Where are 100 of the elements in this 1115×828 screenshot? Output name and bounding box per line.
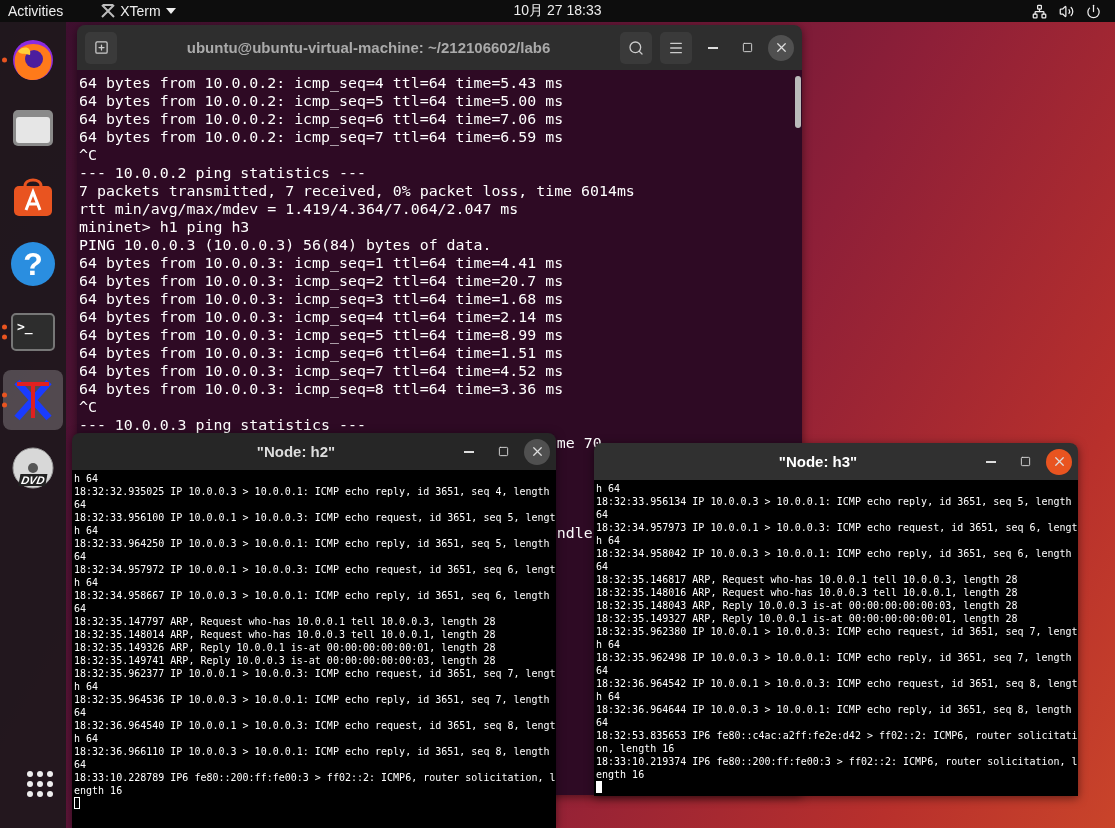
maximize-icon bbox=[741, 42, 753, 53]
terminal-line: h 64 bbox=[596, 690, 622, 703]
terminal-line: 18:32:33.964250 IP 10.0.0.3 > 10.0.0.1: ICMP echo reply, id 3651, seq 5, length bbox=[74, 537, 551, 550]
terminal-line: 7 packets transmitted, 7 received, 0% packet loss, time 6014ms bbox=[79, 182, 636, 200]
terminal-line: h 64 bbox=[74, 680, 100, 693]
terminal-line: 18:32:35.148043 ARP, Reply 10.0.0.3 is-at 00:00:00:00:00:03, length 28 bbox=[596, 599, 1019, 612]
terminal-line: 64 bbox=[596, 508, 610, 521]
terminal-line: ength 16 bbox=[596, 768, 646, 781]
terminal-line: h 64 bbox=[74, 732, 100, 745]
apps-grid-icon bbox=[26, 770, 54, 798]
terminal-line: h 64 bbox=[596, 638, 622, 651]
terminal-line: h 64 bbox=[596, 534, 622, 547]
terminal-line: ength 16 bbox=[74, 784, 124, 797]
network-icon[interactable] bbox=[1032, 3, 1047, 19]
terminal-line: ^C bbox=[79, 146, 98, 164]
terminal-line: 18:32:36.966110 IP 10.0.0.3 > 10.0.0.1: ICMP echo reply, id 3651, seq 8, length bbox=[74, 745, 551, 758]
dock-item[interactable]: DVD bbox=[9, 444, 57, 492]
terminal-line: 18:32:35.149327 ARP, Reply 10.0.0.1 is-at 00:00:00:00:00:01, length 28 bbox=[596, 612, 1019, 625]
terminal-line: 64 bbox=[74, 706, 88, 719]
terminal-line: 18:33:10.219374 IP6 fe80::200:ff:fe00:3 > ff02::2: ICMP6, router solicitation, l bbox=[596, 755, 1076, 768]
new-tab-button[interactable] bbox=[85, 31, 117, 64]
window-title: ubuntu@ubuntu-virtual-machine: ~/212106602/lab6 bbox=[185, 39, 552, 56]
terminal-line: 18:32:35.962380 IP 10.0.0.1 > 10.0.0.3: ICMP echo request, id 3651, seq 7, lengt bbox=[596, 625, 1076, 638]
terminal-line: ^C bbox=[79, 398, 98, 416]
terminal-line: 18:32:36.964644 IP 10.0.0.3 > 10.0.0.1: ICMP echo reply, id 3651, seq 8, length bbox=[596, 703, 1073, 716]
terminal-line: 64 bytes from 10.0.0.3: icmp_seq=1 ttl=64 time=4.41 ms bbox=[79, 254, 565, 272]
terminal-line: 64 bytes from 10.0.0.3: icmp_seq=2 ttl=64 time=20.7 ms bbox=[79, 272, 565, 290]
x-letter-icon bbox=[101, 4, 116, 18]
terminal-line: 18:32:35.146817 ARP, Request who-has 10.0.0.1 tell 10.0.0.3, length 28 bbox=[596, 573, 1019, 586]
terminal-line: on, length 16 bbox=[596, 742, 676, 755]
firefox-icon bbox=[10, 37, 56, 83]
window-title: "Node: h2" bbox=[255, 443, 337, 460]
terminal-line: 64 bbox=[74, 758, 88, 771]
terminal-line: 18:32:35.962377 IP 10.0.0.1 > 10.0.0.3: ICMP echo request, id 3651, seq 7, lengt bbox=[74, 667, 554, 680]
window-title: "Node: h3" bbox=[777, 453, 859, 470]
search-icon bbox=[628, 39, 644, 56]
terminal-line: 64 bbox=[596, 664, 610, 677]
terminal-line: 64 bytes from 10.0.0.2: icmp_seq=4 ttl=64 time=5.43 ms bbox=[79, 74, 565, 92]
close-button[interactable] bbox=[524, 438, 550, 465]
terminal-line: PING 10.0.0.3 (10.0.0.3) 56(84) bytes of data. bbox=[79, 236, 493, 254]
plus-icon bbox=[93, 40, 109, 55]
dvd-label: DVD bbox=[18, 474, 48, 486]
terminal-line: 18:32:35.962498 IP 10.0.0.3 > 10.0.0.1: ICMP echo reply, id 3651, seq 7, length bbox=[596, 651, 1073, 664]
minimize-icon bbox=[464, 450, 474, 453]
minimize-icon bbox=[986, 460, 996, 463]
terminal-line: 18:32:35.964536 IP 10.0.0.3 > 10.0.0.1: ICMP echo reply, id 3651, seq 7, length bbox=[74, 693, 551, 706]
terminal-line: 64 bytes from 10.0.0.3: icmp_seq=5 ttl=64 time=8.99 ms bbox=[79, 326, 565, 344]
activities-button[interactable]: Activities bbox=[0, 3, 72, 19]
terminal-line: 18:32:35.149741 ARP, Reply 10.0.0.3 is-at 00:00:00:00:00:03, length 28 bbox=[74, 654, 497, 667]
app-menu[interactable]: XTerm bbox=[101, 3, 176, 19]
close-button[interactable] bbox=[768, 34, 794, 61]
terminal-line: 18:33:10.228789 IP6 fe80::200:ff:fe00:3 > ff02::2: ICMP6, router solicitation, l bbox=[74, 771, 554, 784]
terminal-line: 18:32:34.957972 IP 10.0.0.1 > 10.0.0.3: ICMP echo request, id 3651, seq 6, lengt bbox=[74, 563, 554, 576]
terminal-line: 18:32:34.958042 IP 10.0.0.3 > 10.0.0.1: ICMP echo reply, id 3651, seq 6, length bbox=[596, 547, 1073, 560]
terminal-line: 64 bytes from 10.0.0.2: icmp_seq=6 ttl=64 time=7.06 ms bbox=[79, 110, 565, 128]
terminal-line: 18:32:33.956100 IP 10.0.0.1 > 10.0.0.3: ICMP echo request, id 3651, seq 5, lengt bbox=[74, 511, 554, 524]
terminal-line: 64 bbox=[74, 550, 88, 563]
terminal-line: 64 bytes from 10.0.0.3: icmp_seq=4 ttl=64 time=2.14 ms bbox=[79, 308, 565, 326]
terminal-line: 18:32:36.964542 IP 10.0.0.1 > 10.0.0.3: ICMP echo request, id 3651, seq 8, lengt bbox=[596, 677, 1076, 690]
terminal-line: h 64 bbox=[74, 524, 100, 537]
terminal-line: 64 bytes from 10.0.0.3: icmp_seq=7 ttl=64 time=4.52 ms bbox=[79, 362, 565, 380]
terminal-line: --- 10.0.0.2 ping statistics --- bbox=[79, 164, 367, 182]
terminal-line: --- 10.0.0.3 ping statistics --- bbox=[79, 416, 367, 434]
caret-icon bbox=[165, 8, 176, 14]
terminal-line: 18:32:32.935025 IP 10.0.0.3 > 10.0.0.1: ICMP echo reply, id 3651, seq 4, length bbox=[74, 485, 551, 498]
clock[interactable]: 10月 27 18:33 bbox=[513, 2, 602, 20]
terminal-line: 18:32:35.148016 ARP, Request who-has 10.0.0.3 tell 10.0.0.1, length 28 bbox=[596, 586, 1019, 599]
search-button[interactable] bbox=[620, 31, 652, 64]
terminal-line: h 64 bbox=[74, 576, 100, 589]
terminal-line: 64 bbox=[74, 602, 88, 615]
terminal-line: 64 bytes from 10.0.0.2: icmp_seq=7 ttl=64 time=6.59 ms bbox=[79, 128, 565, 146]
folder-icon bbox=[11, 108, 55, 148]
terminal-line: h 64 bbox=[596, 482, 622, 495]
power-icon[interactable] bbox=[1086, 3, 1101, 19]
terminal-line: 64 bbox=[74, 498, 88, 511]
maximize-icon bbox=[497, 446, 509, 457]
terminal-line: 64 bytes from 10.0.0.3: icmp_seq=6 ttl=64 time=1.51 ms bbox=[79, 344, 565, 362]
close-button[interactable] bbox=[1046, 448, 1072, 475]
menu-button[interactable] bbox=[660, 31, 692, 64]
terminal-line: 64 bbox=[596, 716, 610, 729]
maximize-icon bbox=[1019, 456, 1031, 467]
terminal-line: 18:32:35.148014 ARP, Request who-has 10.0.0.3 tell 10.0.0.1, length 28 bbox=[74, 628, 497, 641]
terminal-line: 64 bytes from 10.0.0.2: icmp_seq=5 ttl=64 time=5.00 ms bbox=[79, 92, 565, 110]
terminal-line: mininet> h1 ping h3 bbox=[79, 218, 251, 236]
terminal-line: 64 bytes from 10.0.0.3: icmp_seq=3 ttl=64 time=1.68 ms bbox=[79, 290, 565, 308]
terminal-line: 64 bytes from 10.0.0.3: icmp_seq=8 ttl=64 time=3.36 ms bbox=[79, 380, 565, 398]
minimize-icon bbox=[708, 46, 718, 49]
terminal-line: h 64 bbox=[74, 472, 100, 485]
volume-icon[interactable] bbox=[1059, 3, 1074, 19]
terminal-line: 18:32:36.964540 IP 10.0.0.1 > 10.0.0.3: ICMP echo request, id 3651, seq 8, lengt bbox=[74, 719, 554, 732]
terminal-line: 64 bbox=[596, 560, 610, 573]
terminal-line: 18:32:35.147797 ARP, Request who-has 10.0.0.1 tell 10.0.0.3, length 28 bbox=[74, 615, 497, 628]
terminal-line: 18:32:33.956134 IP 10.0.0.3 > 10.0.0.1: ICMP echo reply, id 3651, seq 5, length bbox=[596, 495, 1073, 508]
terminal-line: 18:32:34.958667 IP 10.0.0.3 > 10.0.0.1: ICMP echo reply, id 3651, seq 6, length bbox=[74, 589, 551, 602]
terminal-line: ndle bbox=[556, 524, 593, 542]
scrollbar-thumb[interactable] bbox=[795, 76, 801, 128]
terminal-line: rtt min/avg/max/mdev = 1.419/4.364/7.064/2.047 ms bbox=[79, 200, 520, 218]
terminal-line: 18:32:34.957973 IP 10.0.0.1 > 10.0.0.3: ICMP echo request, id 3651, seq 6, lengt bbox=[596, 521, 1076, 534]
terminal-line: 18:32:53.835653 IP6 fe80::c4ac:a2ff:fe2e:d42 > ff02::2: ICMP6, router solicitati bbox=[596, 729, 1076, 742]
terminal-line: 18:32:35.149326 ARP, Reply 10.0.0.1 is-at 00:00:00:00:00:01, length 28 bbox=[74, 641, 497, 654]
